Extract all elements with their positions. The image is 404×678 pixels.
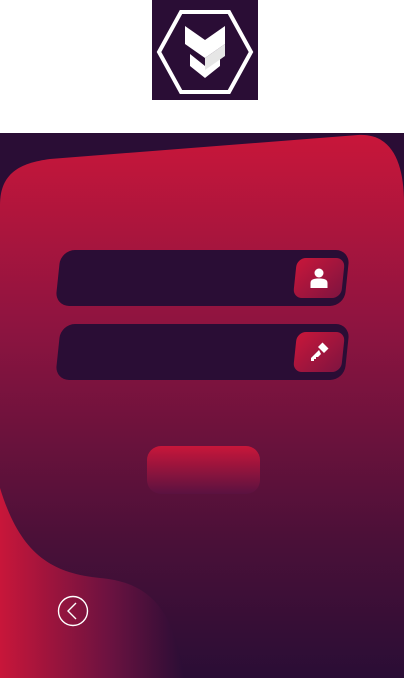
back-button[interactable] [57,595,89,627]
user-icon [292,258,346,298]
username-input[interactable] [73,250,288,308]
password-input[interactable] [73,324,288,382]
shield-chevron-hexagon-icon [156,10,254,94]
app-logo [152,0,258,100]
back-arrow-circle-icon [57,595,89,627]
username-field [55,250,350,308]
password-field [55,324,350,382]
key-icon [292,332,346,372]
submit-button[interactable] [147,446,260,494]
login-panel [0,133,404,678]
